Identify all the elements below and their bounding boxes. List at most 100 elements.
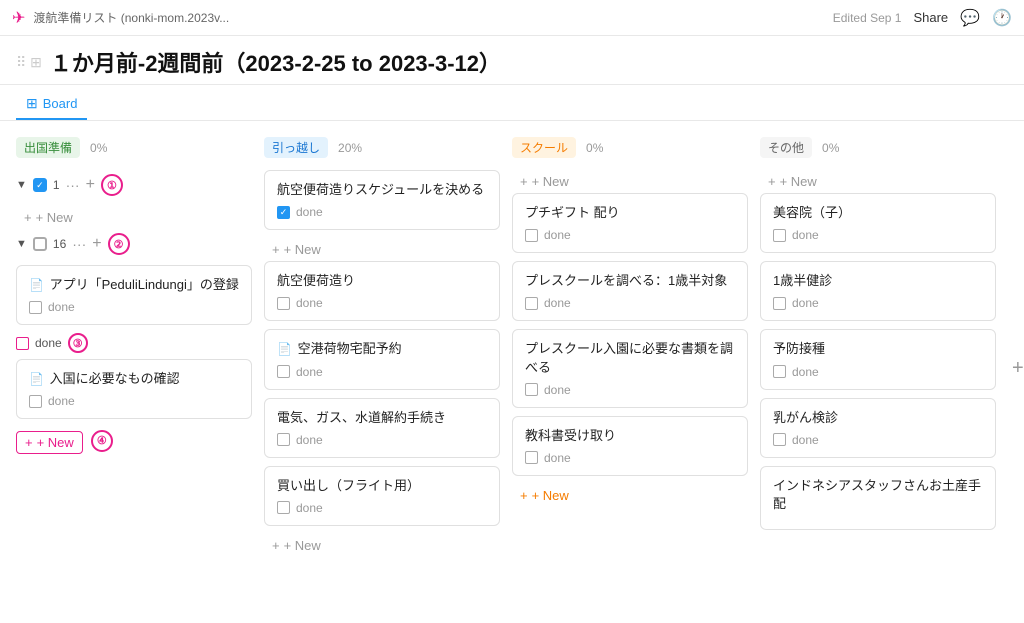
card-koubin-done: done: [277, 296, 487, 310]
card-utilities-checkbox[interactable]: [277, 433, 290, 446]
card-vaccine-checkbox[interactable]: [773, 365, 786, 378]
page-title: １か月前-2週間前（2023-2-25 to 2023-3-12）: [50, 46, 501, 78]
group-dots-1[interactable]: ···: [66, 177, 80, 193]
card-beauty-checkbox[interactable]: [773, 229, 786, 242]
col3-pct: 0%: [586, 141, 603, 155]
new-btn-g1[interactable]: + + New: [16, 206, 252, 229]
history-icon[interactable]: 🕐: [992, 8, 1012, 28]
card-breast-exam-checkbox[interactable]: [773, 433, 786, 446]
card-koubin-schedule[interactable]: 航空便荷造りスケジュールを決める ✓ done: [264, 170, 500, 230]
col4-pct: 0%: [822, 141, 839, 155]
column-header-shukoku: 出国準備 0%: [16, 133, 252, 162]
card-app[interactable]: 📄 アプリ「PeduliLindungi」の登録 done: [16, 265, 252, 325]
card-checkup-title: 1歳半健診: [773, 272, 983, 290]
top-bar-right: Edited Sep 1 Share 💬 🕐: [833, 8, 1012, 28]
edited-label: Edited Sep 1: [833, 11, 902, 25]
col1-cards: 📄 アプリ「PeduliLindungi」の登録 done done ③ 📄 入…: [16, 265, 252, 454]
plus-icon-col4-top: +: [768, 174, 776, 189]
card-preschool2-done: done: [525, 383, 735, 397]
card-preschool1[interactable]: プレスクールを調べる：1歳半対象 done: [512, 261, 748, 321]
card-airport-delivery-checkbox[interactable]: [277, 365, 290, 378]
tab-board[interactable]: ⊞ Board: [16, 91, 87, 120]
app-logo: ✈: [12, 8, 25, 28]
card-shopping-checkbox[interactable]: [277, 501, 290, 514]
group-toggle-2[interactable]: ▼: [16, 238, 27, 250]
col2-cards: 航空便荷造りスケジュールを決める ✓ done + + New 航空便荷造り d…: [264, 170, 500, 557]
card-koubin-done-text: done: [296, 296, 323, 310]
drag-handle[interactable]: ⠿ ⊞: [16, 54, 42, 71]
new-btn-col2-top[interactable]: + + New: [264, 238, 500, 261]
card-textbook-title: 教科書受け取り: [525, 427, 735, 445]
new-btn-col2[interactable]: + + New: [264, 534, 500, 557]
group-plus-1[interactable]: +: [86, 176, 95, 194]
badge-1: ①: [101, 174, 123, 196]
card-textbook[interactable]: 教科書受け取り done: [512, 416, 748, 476]
column-hikkoshi: 引っ越し 20% 航空便荷造りスケジュールを決める ✓ done + + New…: [264, 133, 500, 604]
new-btn-g2[interactable]: + + New: [16, 431, 83, 454]
column-shukoku: 出国準備 0% ▼ ✓ 1 ··· + ① + + New ▼ 16 ··· +…: [16, 133, 252, 604]
new-btn-col4-top[interactable]: + + New: [760, 170, 996, 193]
badge-3: ③: [68, 333, 88, 353]
card-koubin-schedule-checkbox[interactable]: ✓: [277, 206, 290, 219]
group-toggle-1[interactable]: ▼: [16, 179, 27, 191]
card-checkup[interactable]: 1歳半健診 done: [760, 261, 996, 321]
card-gift-checkbox[interactable]: [525, 229, 538, 242]
card-airport-delivery[interactable]: 📄 空港荷物宅配予約 done: [264, 329, 500, 389]
card-preschool2[interactable]: プレスクール入園に必要な書類を調べる done: [512, 329, 748, 407]
col3-cards: プチギフト 配り done プレスクールを調べる：1歳半対象 done プレスク…: [512, 193, 748, 507]
card-airport-delivery-done-text: done: [296, 365, 323, 379]
card-app-checkbox[interactable]: [29, 301, 42, 314]
group-plus-2[interactable]: +: [92, 235, 101, 253]
card-vaccine-done-text: done: [792, 365, 819, 379]
group-count-2: 16: [53, 237, 66, 251]
card-beauty-done-text: done: [792, 228, 819, 242]
card-nyukoku-done-text: done: [48, 394, 75, 408]
card-breast-exam-done: done: [773, 433, 983, 447]
card-checkup-checkbox[interactable]: [773, 297, 786, 310]
badge3-checkbox[interactable]: [16, 337, 29, 350]
card-gift[interactable]: プチギフト 配り done: [512, 193, 748, 253]
column-header-other: その他 0%: [760, 133, 996, 162]
card-nyukoku-checkbox[interactable]: [29, 395, 42, 408]
group-row-2: ▼ 16 ··· + ②: [16, 229, 252, 259]
card-utilities[interactable]: 電気、ガス、水道解約手続き done: [264, 398, 500, 458]
new-label-col3-top: + New: [532, 174, 569, 189]
new-btn-col3-top[interactable]: + + New: [512, 170, 748, 193]
share-button[interactable]: Share: [913, 10, 948, 25]
card-airport-delivery-done: done: [277, 365, 487, 379]
group-checkbox-2[interactable]: [33, 237, 47, 251]
plus-icon-col2-top: +: [272, 242, 280, 257]
card-koubin-checkbox[interactable]: [277, 297, 290, 310]
card-nyukoku[interactable]: 📄 入国に必要なもの確認 done: [16, 359, 252, 419]
page-header: ⠿ ⊞ １か月前-2週間前（2023-2-25 to 2023-3-12）: [0, 36, 1024, 85]
group-dots-2[interactable]: ···: [72, 236, 86, 252]
card-preschool1-done: done: [525, 296, 735, 310]
card-textbook-done-text: done: [544, 451, 571, 465]
card-shopping[interactable]: 買い出し（フライト用） done: [264, 466, 500, 526]
tab-board-label: Board: [43, 96, 78, 111]
card-breast-exam-done-text: done: [792, 433, 819, 447]
card-preschool1-checkbox[interactable]: [525, 297, 538, 310]
add-column-button[interactable]: +: [1008, 133, 1024, 604]
card-textbook-checkbox[interactable]: [525, 451, 538, 464]
card-koubin[interactable]: 航空便荷造り done: [264, 261, 500, 321]
card-beauty[interactable]: 美容院（子） done: [760, 193, 996, 253]
card-shopping-done: done: [277, 501, 487, 515]
group-checkbox-1[interactable]: ✓: [33, 178, 47, 192]
card-vaccine[interactable]: 予防接種 done: [760, 329, 996, 389]
new-label-g1: + New: [36, 210, 73, 225]
card-indonesia-staff[interactable]: インドネシアスタッフさんお土産手配: [760, 466, 996, 530]
card-breast-exam[interactable]: 乳がん検診 done: [760, 398, 996, 458]
card-preschool2-checkbox[interactable]: [525, 383, 538, 396]
column-header-school: スクール 0%: [512, 133, 748, 162]
col1-pct: 0%: [90, 141, 107, 155]
card-preschool2-title: プレスクール入園に必要な書類を調べる: [525, 340, 735, 376]
top-bar: ✈ 渡航準備リスト (nonki-mom.2023v... Edited Sep…: [0, 0, 1024, 36]
new-label-col2: + New: [284, 538, 321, 553]
comment-icon[interactable]: 💬: [960, 8, 980, 28]
new-btn-col3[interactable]: + + New: [512, 484, 748, 507]
col1-title-pill: 出国準備: [16, 137, 80, 158]
card-utilities-done-text: done: [296, 433, 323, 447]
card-airport-delivery-title: 📄 空港荷物宅配予約: [277, 340, 487, 358]
card-koubin-schedule-done-text: done: [296, 205, 323, 219]
